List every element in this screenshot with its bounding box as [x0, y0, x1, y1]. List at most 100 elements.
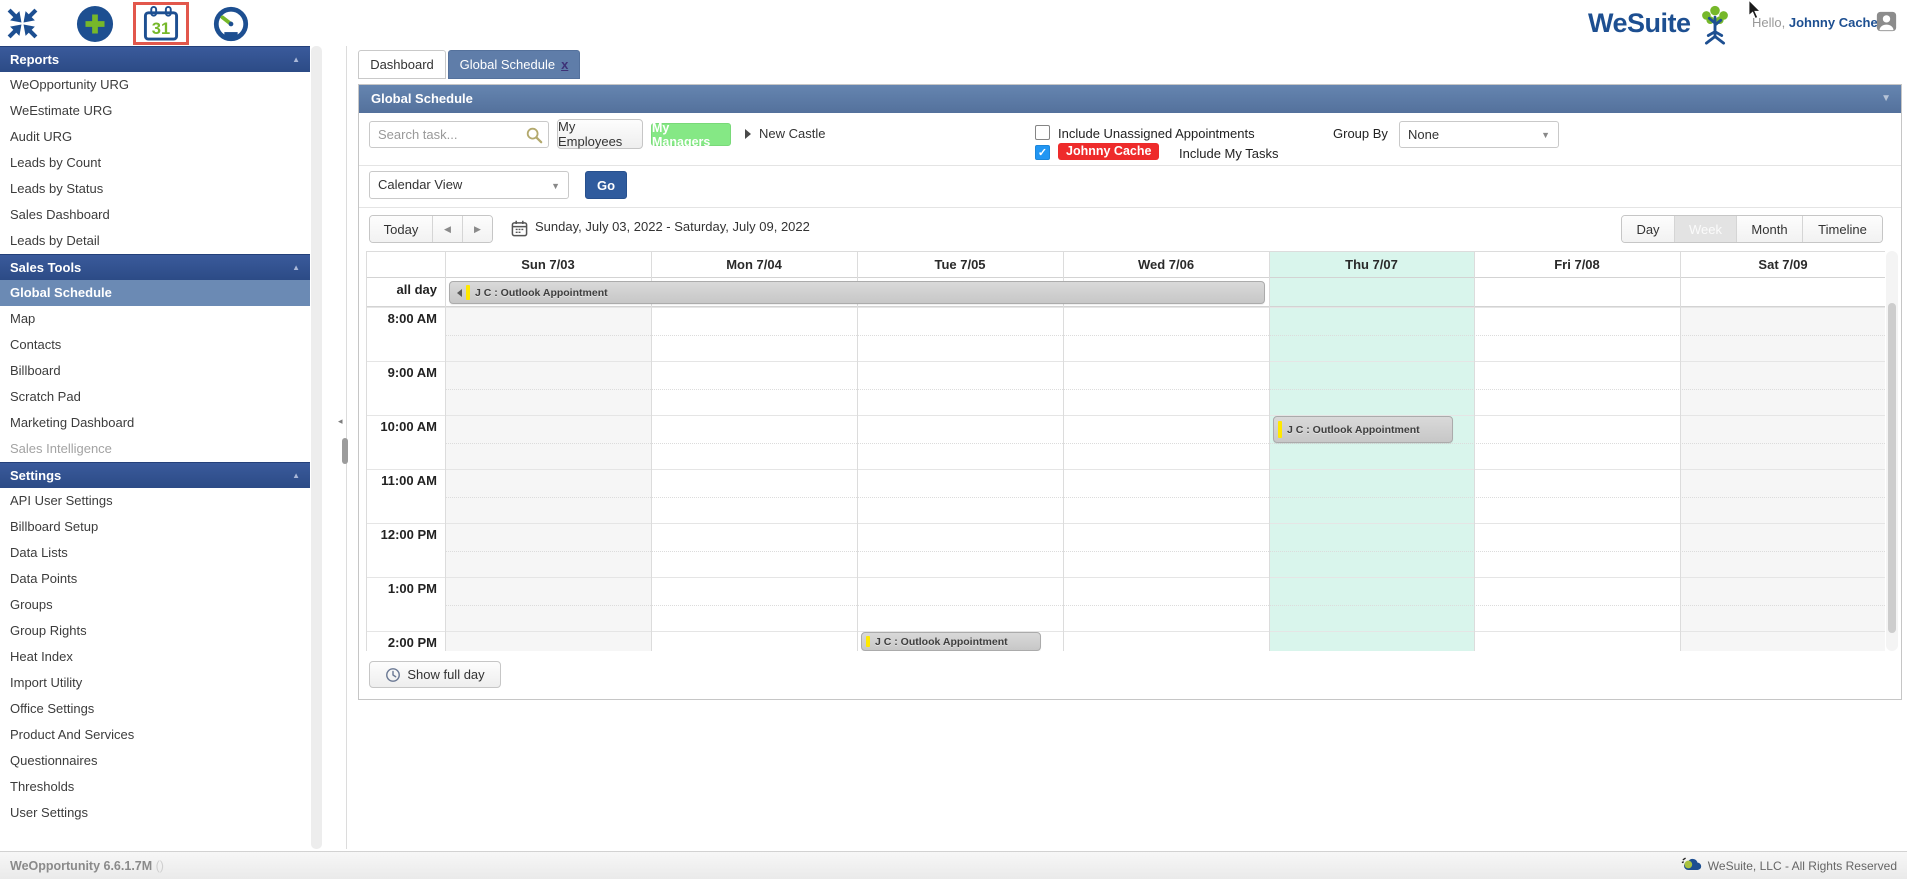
collapse-arrows-icon[interactable] — [6, 7, 39, 43]
event-color-stripe — [466, 285, 470, 300]
sidebar-item-office-settings[interactable]: Office Settings — [0, 696, 310, 722]
sidebar-item-sales-intelligence: Sales Intelligence — [10, 441, 112, 456]
include-unassigned-checkbox[interactable] — [1035, 125, 1050, 140]
mouse-cursor — [1748, 0, 1762, 22]
include-my-tasks-checkbox[interactable]: ✓ — [1035, 145, 1050, 160]
day-header-thu: Thu 7/07 — [1345, 257, 1398, 272]
hour-row-12pm[interactable] — [367, 523, 1885, 577]
today-button[interactable]: Today — [370, 216, 432, 242]
button-label: Day — [1636, 221, 1660, 237]
hour-row-2pm[interactable] — [367, 631, 1885, 651]
sidebar-scrollbar[interactable] — [311, 46, 322, 849]
expand-node-icon[interactable] — [745, 129, 751, 139]
go-button[interactable]: Go — [585, 171, 627, 199]
search-input[interactable] — [376, 123, 526, 146]
tab-close-icon[interactable]: x — [561, 57, 568, 72]
sidebar-section-settings[interactable]: Settings ▲ — [0, 462, 310, 488]
view-month-button[interactable]: Month — [1736, 216, 1802, 242]
view-day-button[interactable]: Day — [1622, 216, 1674, 242]
view-timeline-button[interactable]: Timeline — [1802, 216, 1882, 242]
tab-global-schedule[interactable]: Global Schedule x — [448, 50, 580, 79]
date-nav-group: Today ◀ ▶ — [369, 215, 493, 243]
my-managers-button[interactable]: My Managers — [651, 120, 731, 149]
sidebar-item-leads-by-status[interactable]: Leads by Status — [0, 176, 310, 202]
team-node-label[interactable]: New Castle — [759, 126, 825, 141]
view-mode-select[interactable]: Calendar View ▼ — [369, 171, 569, 199]
sidebar-item-billboard[interactable]: Billboard — [0, 358, 310, 384]
hour-row-1pm[interactable] — [367, 577, 1885, 631]
sidebar-item-groups[interactable]: Groups — [0, 592, 310, 618]
event-thu-10am-outlook-appointment[interactable]: J C : Outlook Appointment — [1273, 416, 1453, 443]
sidebar-item-weestimate-urg[interactable]: WeEstimate URG — [0, 98, 310, 124]
sidebar-item-audit-urg[interactable]: Audit URG — [0, 124, 310, 150]
event-title: J C : Outlook Appointment — [875, 635, 1008, 648]
splitter-collapse-icon[interactable]: ◂ — [338, 416, 343, 427]
sidebar-item-map[interactable]: Map — [0, 306, 310, 332]
sidebar-item-product-and-services[interactable]: Product And Services — [0, 722, 310, 748]
select-value: Calendar View — [378, 177, 463, 192]
sidebar-item-leads-by-detail[interactable]: Leads by Detail — [0, 228, 310, 254]
include-unassigned-label: Include Unassigned Appointments — [1058, 126, 1255, 141]
sidebar-item-user-settings[interactable]: User Settings — [0, 800, 310, 826]
sidebar-item-import-utility[interactable]: Import Utility — [0, 670, 310, 696]
prev-week-button[interactable]: ◀ — [432, 216, 462, 242]
sidebar-item-contacts[interactable]: Contacts — [0, 332, 310, 358]
panel-collapse-icon[interactable]: ▼ — [1881, 85, 1891, 113]
speedometer-icon[interactable] — [212, 5, 250, 46]
sidebar-item-billboard-setup[interactable]: Billboard Setup — [0, 514, 310, 540]
sidebar-item-weopportunity-urg[interactable]: WeOpportunity URG — [0, 72, 310, 98]
calendar-scrollbar[interactable] — [1886, 251, 1898, 651]
event-continues-left-icon — [457, 288, 462, 297]
event-tue-2pm-outlook-appointment[interactable]: J C : Outlook Appointment — [861, 632, 1041, 651]
event-title: J C : Outlook Appointment — [1287, 423, 1420, 436]
day-header-sat: Sat 7/09 — [1758, 257, 1808, 272]
select-value: None — [1408, 127, 1440, 142]
add-circle-icon[interactable] — [76, 5, 114, 46]
grid-vline — [1474, 252, 1475, 651]
hour-row-10am[interactable] — [367, 415, 1885, 469]
copyright: WeSuite, LLC - All Rights Reserved — [1681, 857, 1897, 875]
sidebar-item-data-points[interactable]: Data Points — [0, 566, 310, 592]
sidebar-item-api-user-settings[interactable]: API User Settings — [0, 488, 310, 514]
sidebar-item-global-schedule[interactable]: Global Schedule — [0, 280, 310, 306]
person-icon[interactable] — [1876, 11, 1897, 35]
next-week-button[interactable]: ▶ — [462, 216, 492, 242]
event-allday-outlook-appointment[interactable]: J C : Outlook Appointment — [449, 281, 1265, 304]
app-version: WeOpportunity 6.6.1.7M () — [10, 859, 164, 873]
sidebar-item-group-rights[interactable]: Group Rights — [0, 618, 310, 644]
tree-logo-icon — [1694, 4, 1736, 49]
search-icon[interactable] — [525, 126, 543, 147]
sidebar-item-marketing-dashboard[interactable]: Marketing Dashboard — [0, 410, 310, 436]
hour-row-8am[interactable] — [367, 307, 1885, 361]
chevron-right-icon: ▶ — [474, 223, 481, 234]
status-bar: WeOpportunity 6.6.1.7M () WeSuite, LLC -… — [0, 851, 1907, 879]
sidebar-item-data-lists[interactable]: Data Lists — [0, 540, 310, 566]
calendar-31-icon[interactable]: 31 — [133, 2, 189, 45]
time-label-8am: 8:00 AM — [387, 311, 437, 326]
sidebar-item-scratch-pad[interactable]: Scratch Pad — [0, 384, 310, 410]
sidebar-item-leads-by-count[interactable]: Leads by Count — [0, 150, 310, 176]
button-label: My Managers — [652, 120, 711, 149]
hour-row-9am[interactable] — [367, 361, 1885, 415]
my-employees-button[interactable]: My Employees — [557, 119, 643, 149]
collapse-triangle-icon: ▲ — [292, 470, 300, 480]
view-week-button[interactable]: Week — [1674, 216, 1736, 242]
grid-vline — [857, 252, 858, 651]
sidebar-item-heat-index[interactable]: Heat Index — [0, 644, 310, 670]
sidebar-section-sales-tools[interactable]: Sales Tools ▲ — [0, 254, 310, 280]
calendar-scrollbar-thumb[interactable] — [1888, 303, 1896, 633]
section-label: Reports — [10, 51, 60, 67]
date-range-label: Sunday, July 03, 2022 - Saturday, July 0… — [535, 219, 810, 234]
hour-row-11am[interactable] — [367, 469, 1885, 523]
splitter-handle[interactable] — [342, 438, 348, 464]
sidebar-item-questionnaires[interactable]: Questionnaires — [0, 748, 310, 774]
sidebar-item-sales-dashboard[interactable]: Sales Dashboard — [0, 202, 310, 228]
show-full-day-button[interactable]: Show full day — [369, 661, 501, 688]
tab-label: Dashboard — [370, 57, 434, 72]
tab-dashboard[interactable]: Dashboard — [358, 50, 446, 79]
sidebar-item-thresholds[interactable]: Thresholds — [0, 774, 310, 800]
group-by-select[interactable]: None ▼ — [1399, 121, 1559, 148]
week-calendar-grid[interactable]: Sun 7/03 Mon 7/04 Tue 7/05 Wed 7/06 Thu … — [366, 251, 1885, 651]
user-name[interactable]: Johnny Cache — [1789, 15, 1878, 30]
sidebar-section-reports[interactable]: Reports ▲ — [0, 46, 310, 72]
